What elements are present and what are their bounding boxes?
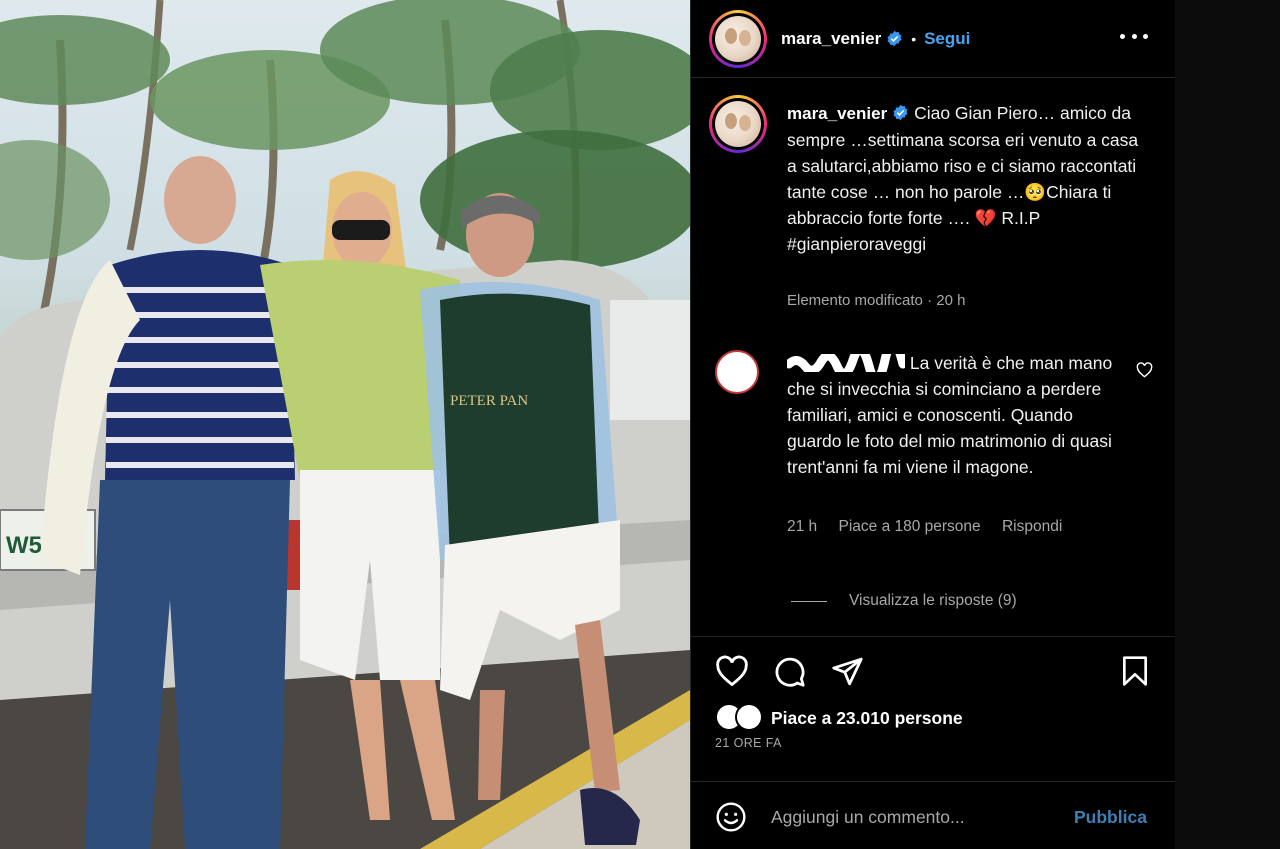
post-side-panel: mara_venier • Segui mara_venier Ciao Gia… <box>690 0 1176 849</box>
commenter-avatar[interactable] <box>715 350 759 394</box>
share-icon[interactable] <box>831 655 864 693</box>
add-comment-bar: Pubblica <box>691 783 1176 849</box>
comment-text-block: La verità è che man mano che si invecchi… <box>787 350 1117 480</box>
heart-icon[interactable] <box>715 655 749 692</box>
post-header: mara_venier • Segui <box>691 0 1176 78</box>
view-replies-label: Visualizza le risposte (9) <box>849 592 1017 609</box>
emoji-icon[interactable] <box>715 801 747 838</box>
redacted-username-scribble <box>787 354 905 372</box>
caption-body: Ciao Gian Piero… amico da sempre …settim… <box>787 103 1139 254</box>
author-avatar[interactable] <box>709 9 767 68</box>
follow-button[interactable]: Segui <box>924 29 970 49</box>
header-separator: • <box>911 30 917 47</box>
verified-badge-icon <box>886 30 903 47</box>
comment-likes-count[interactable]: Piace a 180 persone <box>838 518 980 535</box>
comment-input[interactable] <box>771 803 1061 831</box>
likes-summary[interactable]: Piace a 23.010 persone <box>715 703 963 733</box>
post-timestamp[interactable]: 21 ORE FA <box>715 736 782 750</box>
comment-meta: 21 h Piace a 180 persone Rispondi <box>787 518 1079 536</box>
replies-divider <box>791 600 827 602</box>
post-actions-bar: Piace a 23.010 persone 21 ORE FA <box>691 636 1176 782</box>
verified-badge-icon <box>892 104 909 121</box>
more-options-icon[interactable] <box>1120 24 1148 48</box>
publish-button[interactable]: Pubblica <box>1074 807 1147 828</box>
caption-username[interactable]: mara_venier <box>787 104 887 123</box>
photo-scene: W51 PETER PAN <box>0 0 690 849</box>
author-username[interactable]: mara_venier <box>781 29 881 49</box>
caption-author-avatar[interactable] <box>709 95 767 153</box>
comment-icon[interactable] <box>773 655 806 693</box>
page-background-gutter <box>1175 0 1280 849</box>
caption-edited-meta: Elemento modificato · 20 h <box>787 292 966 309</box>
comment-like-heart-icon[interactable] <box>1136 362 1153 383</box>
view-replies-button[interactable]: Visualizza le risposte (9) <box>791 592 1017 610</box>
caption-text-block: mara_venier Ciao Gian Piero… amico da se… <box>787 100 1147 257</box>
comment-time: 21 h <box>787 518 818 535</box>
bookmark-icon[interactable] <box>1121 655 1149 692</box>
post-photo[interactable]: W51 PETER PAN <box>0 0 690 849</box>
likes-count-text[interactable]: Piace a 23.010 persone <box>771 708 963 729</box>
reply-button[interactable]: Rispondi <box>1002 518 1062 535</box>
shirt-text: PETER PAN <box>450 393 528 409</box>
liker-avatars <box>715 703 771 733</box>
